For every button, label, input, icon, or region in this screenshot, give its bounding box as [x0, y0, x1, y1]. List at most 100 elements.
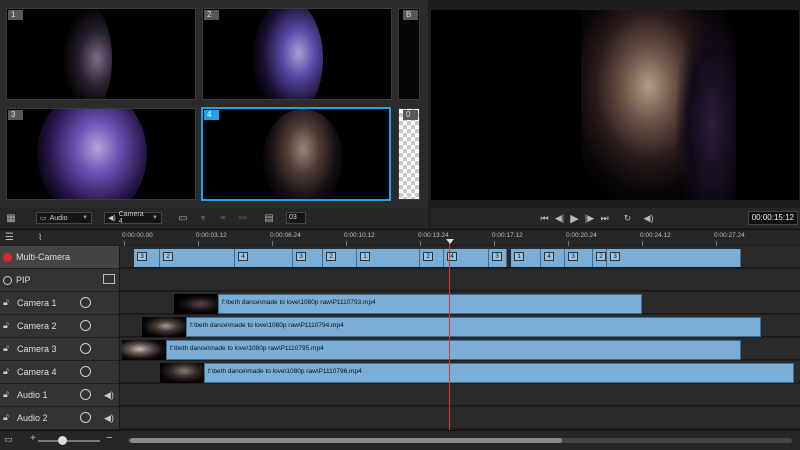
multicam-segment[interactable]: 3	[565, 249, 593, 267]
link-icon[interactable]: ⚭	[216, 212, 230, 224]
pip-window-icon[interactable]	[103, 274, 115, 284]
multicam-segment[interactable]: 2	[160, 249, 235, 267]
step-forward-icon[interactable]: |▶	[582, 213, 597, 224]
step-back-icon[interactable]: ◀|	[552, 213, 567, 224]
loop-icon[interactable]: ↻	[620, 213, 635, 224]
timeline-ruler-row: ☰ ⌇ 0:00:00.00 0:00:03.12 0:00:06.24 0:00:1…	[0, 229, 800, 246]
multicam-segment[interactable]: 3	[489, 249, 507, 267]
volume-icon[interactable]: ◀)	[641, 213, 656, 224]
chevron-down-icon: ▼	[82, 215, 88, 221]
multicam-segment[interactable]: 4	[541, 249, 565, 267]
camera-1-track-name: Camera 1	[17, 298, 57, 308]
multicam-segment[interactable]: 3	[293, 249, 323, 267]
ruler-tick-label: 0:00:13.24	[418, 232, 449, 239]
unlink-icon[interactable]: ⚯	[236, 212, 250, 224]
camera-3-monitor[interactable]: 3	[6, 108, 196, 200]
fit-timeline-icon[interactable]: ▭	[4, 434, 13, 445]
sync-icon[interactable]	[80, 412, 91, 423]
camera-2-monitor[interactable]: 2	[202, 8, 392, 100]
go-to-end-icon[interactable]: ⏭	[597, 213, 612, 224]
speaker-icon[interactable]: ◀)	[104, 390, 114, 401]
zoom-slider-track[interactable]	[38, 440, 100, 442]
sync-icon[interactable]	[80, 366, 91, 377]
camera-3-clip[interactable]: f:\beth dance\made to love\1080p raw\P11…	[166, 340, 741, 360]
multicam-segment[interactable]: 3	[607, 249, 741, 267]
camera-4-clip[interactable]: f:\beth dance\made to love\1080p raw\P11…	[204, 363, 794, 383]
camera-1-clip[interactable]: f:\beth dance\made to love\1080p raw\P11…	[218, 294, 642, 314]
multicam-segment[interactable]: 4	[444, 249, 489, 267]
multicam-segment[interactable]: 1	[511, 249, 541, 267]
lock-icon[interactable]: 🔓︎	[3, 320, 13, 332]
zoom-slider-handle[interactable]	[58, 436, 67, 445]
camera-2-track-name: Camera 2	[17, 321, 57, 331]
camera-2-track-header[interactable]: 🔓︎ Camera 2	[0, 315, 120, 337]
multicam-segment-camera-number: 3	[568, 252, 578, 261]
audio-waveform-icon[interactable]: ⌇	[38, 232, 42, 243]
preview-monitor[interactable]	[431, 10, 799, 200]
multicam-segment[interactable]: 1	[357, 249, 420, 267]
grid-layout-icon[interactable]: ▦	[4, 212, 18, 224]
speaker-icon[interactable]: ◀)	[104, 413, 114, 424]
camera-3-track-header[interactable]: 🔓︎ Camera 3	[0, 338, 120, 360]
camera-1-clip-label: f:\beth dance\made to love\1080p raw\P11…	[222, 299, 376, 306]
camera-3-image	[37, 109, 147, 199]
timeline-ruler[interactable]: 0:00:00.00 0:00:03.12 0:00:06.24 0:00:10.12…	[122, 230, 800, 246]
sync-icon[interactable]	[80, 389, 91, 400]
multicam-track-name: Multi-Camera	[16, 252, 71, 262]
camera-4-monitor[interactable]: 4	[202, 108, 390, 200]
camera-dropdown[interactable]: ◀) Camera 4 ▼	[104, 211, 162, 225]
camera-0-slot[interactable]: 0	[398, 108, 420, 200]
audio-dropdown[interactable]: ▭ Audio ▼	[36, 212, 92, 224]
source-toolbar: ▦ ▭ Audio ▼ ◀) Camera 4 ▼ ▭ ▾ ⚭ ⚯ ▤ 03	[0, 208, 428, 228]
sync-icon[interactable]	[80, 343, 91, 354]
audio-2-track-header[interactable]: 🔓︎ Audio 2 ◀)	[0, 407, 120, 429]
multicam-segment[interactable]: 4	[235, 249, 293, 267]
zoom-in-icon[interactable]: +	[30, 433, 36, 444]
lock-icon[interactable]: 🔓︎	[3, 297, 13, 309]
camera-1-monitor[interactable]: 1	[6, 8, 196, 100]
multicam-segment-camera-number: 4	[544, 252, 554, 261]
monitor-icon[interactable]: ▭	[176, 212, 190, 224]
playhead-handle[interactable]	[446, 239, 454, 244]
camera-3-thumbnail	[122, 340, 166, 360]
multicam-segment[interactable]: 2	[593, 249, 607, 267]
multicam-track-header[interactable]: Multi-Camera	[0, 246, 120, 268]
multicam-segment[interactable]: 2	[323, 249, 357, 267]
timecode-display[interactable]: 00:00:15:12	[747, 211, 798, 225]
go-to-start-icon[interactable]: ⏮	[537, 213, 552, 224]
record-icon[interactable]	[3, 252, 12, 262]
multicam-segment[interactable]: 2	[420, 249, 444, 267]
preview-controls: ⏮ ◀| ▶ |▶ ⏭ ↻ ◀) 00:00:15:12	[431, 208, 800, 228]
camera-1-track-header[interactable]: 🔓︎ Camera 1	[0, 292, 120, 314]
layout-icon[interactable]: ▤	[262, 212, 276, 224]
sync-icon[interactable]	[80, 297, 91, 308]
lock-icon[interactable]: 🔓︎	[3, 412, 13, 424]
pip-track-header[interactable]: PIP	[0, 269, 120, 291]
pip-track-name: PIP	[16, 275, 31, 285]
ruler-tick-label: 0:00:06.24	[270, 232, 301, 239]
ruler-tick-label: 0:00:10.12	[344, 232, 375, 239]
hair-shadow	[676, 10, 736, 200]
zoom-out-icon[interactable]: −	[106, 432, 112, 444]
camera-count-field[interactable]: 03	[286, 212, 306, 224]
playhead-line[interactable]	[449, 240, 450, 440]
lock-icon[interactable]: 🔓︎	[3, 366, 13, 378]
camera-1-track: 🔓︎ Camera 1 f:\beth dance\made to love\1…	[0, 292, 800, 314]
audio-2-track-name: Audio 2	[17, 413, 48, 423]
track-settings-icon[interactable]: ☰	[5, 232, 14, 243]
horizontal-scrollbar[interactable]	[128, 438, 792, 443]
audio-1-track-header[interactable]: 🔓︎ Audio 1 ◀)	[0, 384, 120, 406]
ruler-tick-label: 0:00:20.24	[566, 232, 597, 239]
multicam-segment-camera-number: 2	[163, 252, 173, 261]
camera-2-clip[interactable]: f:\beth dance\made to love\1080p raw\P11…	[186, 317, 761, 337]
marker-icon[interactable]: ▾	[196, 212, 210, 224]
lock-icon[interactable]: 🔓︎	[3, 343, 13, 355]
camera-b-slot[interactable]: B	[398, 8, 420, 100]
multicam-segment[interactable]: 3	[134, 249, 160, 267]
sync-icon[interactable]	[80, 320, 91, 331]
camera-4-track-header[interactable]: 🔓︎ Camera 4	[0, 361, 120, 383]
lock-icon[interactable]: 🔓︎	[3, 389, 13, 401]
play-icon[interactable]: ▶	[567, 212, 582, 225]
horizontal-scrollbar-thumb[interactable]	[130, 438, 562, 443]
pip-toggle-icon[interactable]	[3, 275, 12, 285]
